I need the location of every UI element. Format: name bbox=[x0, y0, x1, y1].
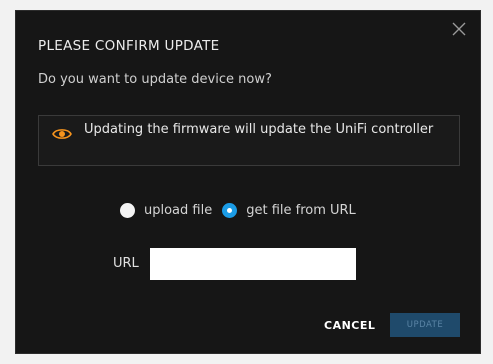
upload-file-label[interactable]: upload file bbox=[144, 203, 212, 218]
get-file-from-url-radio[interactable] bbox=[222, 203, 238, 218]
update-button[interactable]: UPDATE bbox=[390, 313, 460, 337]
confirm-update-dialog: PLEASE CONFIRM UPDATE Do you want to upd… bbox=[15, 10, 481, 354]
dialog-question: Do you want to update device now? bbox=[38, 72, 272, 87]
warning-text: Updating the firmware will update the Un… bbox=[84, 122, 434, 137]
file-source-radio-group: upload file get file from URL bbox=[120, 203, 366, 218]
close-icon[interactable] bbox=[452, 21, 466, 36]
warning-box: Updating the firmware will update the Un… bbox=[38, 115, 460, 166]
cancel-button[interactable]: CANCEL bbox=[324, 319, 375, 332]
dialog-title: PLEASE CONFIRM UPDATE bbox=[38, 38, 220, 54]
upload-file-radio[interactable] bbox=[120, 203, 135, 218]
get-file-from-url-label[interactable]: get file from URL bbox=[246, 203, 356, 218]
url-input[interactable] bbox=[150, 248, 356, 280]
eye-icon bbox=[52, 126, 72, 140]
url-label: URL bbox=[113, 256, 139, 271]
